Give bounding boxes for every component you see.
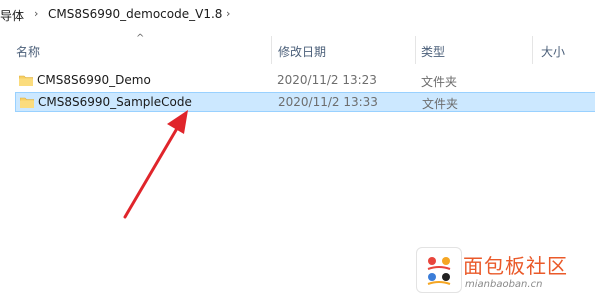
watermark-subtitle: mianbaoban.cn [465,279,543,290]
watermark-logo-icon [416,247,462,293]
watermark: 面包板社区 mianbaoban.cn [410,244,595,301]
watermark-title: 面包板社区 [463,254,568,278]
